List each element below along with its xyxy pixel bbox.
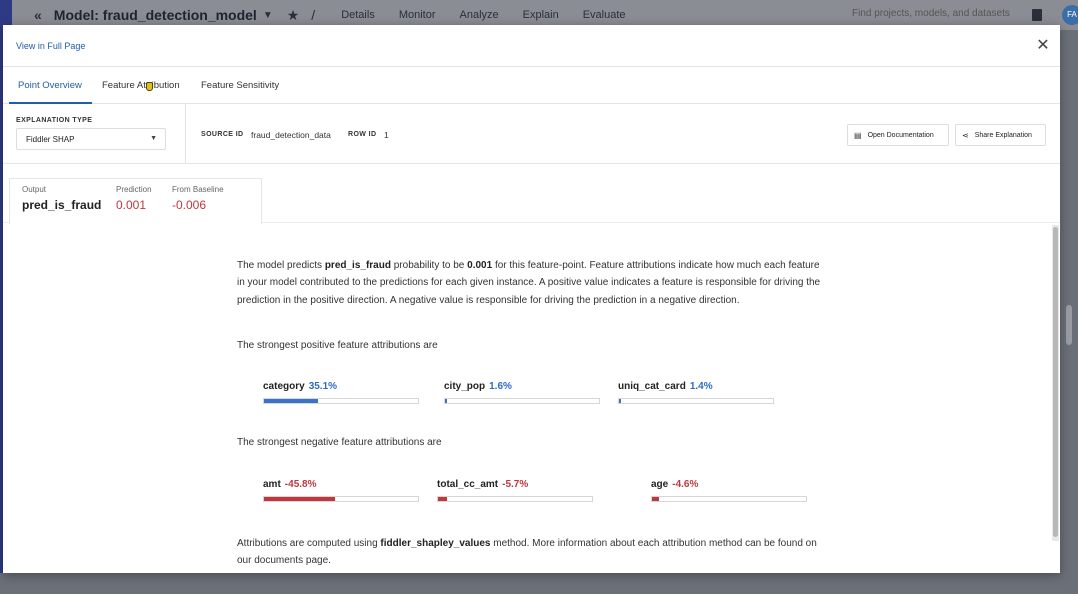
- nav-tab-explain[interactable]: Explain: [523, 9, 559, 21]
- attribution-bar-fill: [619, 399, 622, 403]
- feature-percent: -5.7%: [502, 479, 529, 490]
- nav-tab-evaluate[interactable]: Evaluate: [583, 9, 626, 21]
- source-id-value: fraud_detection_data: [251, 130, 331, 140]
- modal-header: View in Full Page ✕: [3, 25, 1060, 67]
- output-value: pred_is_fraud: [22, 198, 102, 212]
- nav-tab-monitor[interactable]: Monitor: [399, 9, 436, 21]
- feature-name: total_cc_amt: [437, 479, 499, 490]
- explanation-type-select[interactable]: Fiddler SHAP ▼: [16, 128, 166, 150]
- feature-percent: -4.6%: [672, 479, 699, 490]
- attribution-bar-fill: [652, 497, 660, 501]
- tab-feature-attribution[interactable]: Feature Attribution: [102, 80, 180, 91]
- explanation-modal: View in Full Page ✕ Point Overview Featu…: [3, 25, 1060, 573]
- attribution-bar: [263, 398, 419, 404]
- output-name-bold: pred_is_fraud: [324, 260, 391, 271]
- feature-name: amt: [263, 479, 281, 490]
- from-baseline-label: From Baseline: [172, 185, 224, 194]
- breadcrumb-separator: /: [311, 7, 316, 23]
- feature-percent: 35.1%: [308, 381, 338, 392]
- mouse-cursor-icon: [146, 82, 153, 91]
- modal-tabs: Point Overview Feature Attribution Featu…: [3, 67, 1060, 104]
- share-explanation-label: Share Explanation: [974, 131, 1032, 139]
- attribution-bar-fill: [264, 399, 319, 403]
- negative-feature-total-cc-amt: total_cc_amt -5.7%: [437, 479, 593, 502]
- feature-percent: 1.4%: [689, 381, 713, 392]
- content-scrollbar-thumb[interactable]: [1053, 227, 1058, 537]
- attribution-bar: [263, 496, 419, 502]
- attribution-method-note: Attributions are computed using fiddler_…: [237, 538, 817, 567]
- background-overlay-bottom: [0, 573, 1078, 594]
- document-icon: ▤: [854, 130, 862, 140]
- nav-tab-analyze[interactable]: Analyze: [460, 9, 499, 21]
- tab-point-overview[interactable]: Point Overview: [18, 80, 82, 91]
- from-baseline-value: -0.006: [172, 198, 207, 212]
- attribution-bar-fill: [264, 497, 335, 501]
- positive-attributions-title: The strongest positive feature attributi…: [237, 340, 438, 351]
- chevron-down-icon: ▼: [150, 135, 157, 142]
- global-search-input[interactable]: Find projects, models, and datasets: [852, 8, 1010, 19]
- point-overview-content: Output pred_is_fraud Prediction 0.001 Fr…: [3, 165, 1060, 573]
- attribution-bar: [437, 496, 593, 502]
- nav-tab-details[interactable]: Details: [341, 9, 375, 21]
- prediction-column: Prediction 0.001: [116, 185, 152, 212]
- method-name-bold: fiddler_shapley_values: [380, 538, 491, 549]
- output-column: Output pred_is_fraud: [22, 185, 101, 212]
- favorite-star-icon[interactable]: ★: [287, 7, 300, 24]
- output-label: Output: [22, 185, 47, 194]
- document-icon[interactable]: [1032, 9, 1042, 21]
- feature-name: uniq_cat_card: [618, 381, 686, 392]
- explanation-controls: EXPLANATION TYPE Fiddler SHAP ▼ SOURCE I…: [3, 104, 1060, 164]
- source-id-label: SOURCE ID: [201, 131, 244, 138]
- feature-name: category: [263, 381, 305, 392]
- feature-name: city_pop: [444, 381, 486, 392]
- row-id-value: 1: [384, 130, 389, 140]
- attribution-bar: [651, 496, 807, 502]
- feature-percent: 1.6%: [489, 381, 512, 392]
- collapse-sidebar-icon[interactable]: «: [34, 7, 42, 23]
- prediction-bold: 0.001: [467, 260, 493, 271]
- prediction-value: 0.001: [116, 198, 147, 212]
- prediction-label: Prediction: [116, 185, 152, 194]
- open-documentation-button[interactable]: ▤ Open Documentation: [847, 124, 949, 146]
- row-id-label: ROW ID: [348, 131, 377, 138]
- model-title: Model: fraud_detection_model: [53, 7, 257, 23]
- negative-feature-amt: amt -45.8%: [263, 479, 419, 502]
- explanation-paragraph: The model predicts pred_is_fraud probabi…: [237, 260, 821, 306]
- feature-percent: -45.8%: [284, 479, 317, 490]
- feature-name: age: [651, 479, 669, 490]
- negative-attributions-title: The strongest negative feature attributi…: [237, 437, 442, 448]
- explanation-type-value: Fiddler SHAP: [26, 135, 75, 144]
- controls-divider: [185, 104, 186, 164]
- view-full-page-link[interactable]: View in Full Page: [16, 41, 85, 51]
- positive-feature-category: category 35.1%: [263, 381, 419, 404]
- explanation-type-label: EXPLANATION TYPE: [16, 117, 93, 124]
- attribution-bar-fill: [438, 497, 447, 501]
- attribution-bar: [618, 398, 774, 404]
- close-icon[interactable]: ✕: [1035, 38, 1051, 54]
- baseline-column: From Baseline -0.006: [172, 185, 224, 212]
- positive-feature-uniq-cat-card: uniq_cat_card 1.4%: [618, 381, 774, 404]
- tab-feature-sensitivity[interactable]: Feature Sensitivity: [201, 80, 279, 91]
- summary-strip: Output pred_is_fraud Prediction 0.001 Fr…: [3, 165, 1060, 224]
- negative-feature-age: age -4.6%: [651, 479, 807, 502]
- attribution-bar-fill: [445, 399, 448, 403]
- prediction-summary-card: Output pred_is_fraud Prediction 0.001 Fr…: [9, 178, 262, 224]
- model-dropdown-icon[interactable]: ▼: [263, 10, 273, 21]
- share-icon: ⋖: [962, 130, 969, 140]
- share-explanation-button[interactable]: ⋖ Share Explanation: [955, 124, 1046, 146]
- user-avatar[interactable]: FA: [1062, 5, 1078, 25]
- open-documentation-label: Open Documentation: [867, 131, 934, 139]
- background-scrollbar: [1066, 305, 1072, 345]
- positive-feature-city-pop: city_pop 1.6%: [444, 381, 600, 404]
- attribution-bar: [444, 398, 600, 404]
